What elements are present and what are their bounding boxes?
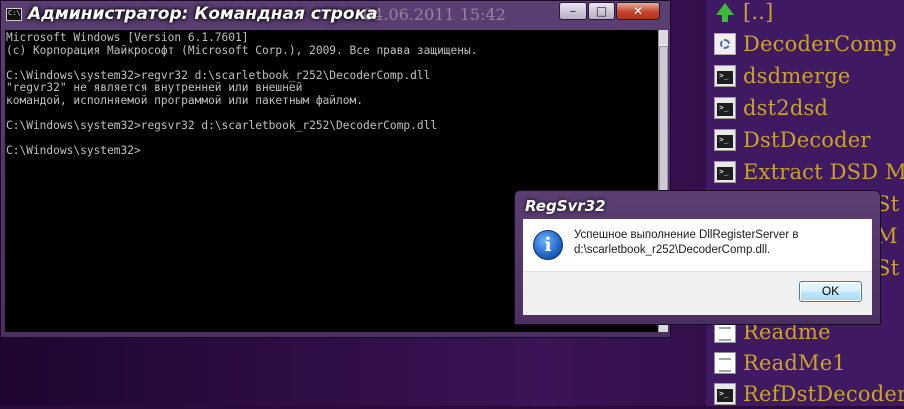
gear-file-icon	[714, 33, 736, 55]
file-item-label: dst2dsd	[743, 96, 829, 120]
dialog-body: i Успешное выполнение DllRegisterServer …	[523, 219, 872, 271]
minimize-button[interactable]: –	[559, 2, 587, 20]
window-titlebar[interactable]: Администратор: Командная строка 04.06.20…	[1, 1, 670, 29]
dialog-title: RegSvr32	[525, 197, 606, 215]
file-item-label: RefDstDecoder	[743, 382, 904, 406]
window-title: Администратор: Командная строка	[28, 4, 378, 24]
console-window-icon[interactable]	[6, 8, 22, 21]
console-app-icon	[714, 161, 736, 183]
console-app-icon	[714, 97, 736, 119]
file-item-readme1[interactable]: ReadMe1	[714, 348, 846, 378]
file-item-label: DecoderComp	[743, 32, 897, 56]
file-item-label: dsdmerge	[743, 64, 851, 88]
up-arrow-icon	[714, 1, 736, 23]
file-item-label: Extract DSD M	[743, 160, 904, 184]
dialog-message-line-1: Успешное выполнение DllRegisterServer в	[574, 229, 799, 241]
dialog-message-line-2: d:\scarletbook_r252\DecoderComp.dll.	[574, 244, 771, 256]
maximize-button[interactable]: □	[588, 2, 615, 20]
console-app-icon	[714, 129, 736, 151]
document-icon	[714, 352, 736, 374]
dialog-footer: OK	[523, 271, 872, 315]
console-app-icon	[714, 65, 736, 87]
file-item-label: DstDecoder	[743, 128, 871, 152]
ghost-clock-text: 04.06.2011 15:42	[363, 5, 506, 24]
regsvr32-dialog[interactable]: RegSvr32 i Успешное выполнение DllRegist…	[514, 190, 881, 325]
close-button[interactable]: ✕	[616, 2, 660, 20]
info-icon: i	[533, 230, 563, 260]
dialog-message: Успешное выполнение DllRegisterServer в …	[574, 228, 798, 258]
file-item-label: [..]	[743, 0, 774, 24]
ok-button[interactable]: OK	[799, 281, 862, 302]
console-text: Microsoft Windows [Version 6.1.7601] (c)…	[6, 31, 478, 158]
file-item-decodercomp[interactable]: DecoderComp	[714, 29, 897, 59]
scroll-up-arrow[interactable]	[659, 30, 668, 44]
file-item-dsdmerge[interactable]: dsdmerge	[714, 61, 851, 91]
file-item-dst2dsd[interactable]: dst2dsd	[714, 93, 828, 123]
file-item-label: ReadMe1	[743, 351, 846, 375]
file-item-dstdecoder[interactable]: DstDecoder	[714, 125, 871, 155]
console-app-icon	[714, 383, 736, 405]
file-item-parent-dir[interactable]: [..]	[714, 0, 774, 27]
file-item-refdstdecoder[interactable]: RefDstDecoder	[714, 379, 904, 409]
file-item-extract-dsd[interactable]: Extract DSD M	[714, 157, 904, 187]
